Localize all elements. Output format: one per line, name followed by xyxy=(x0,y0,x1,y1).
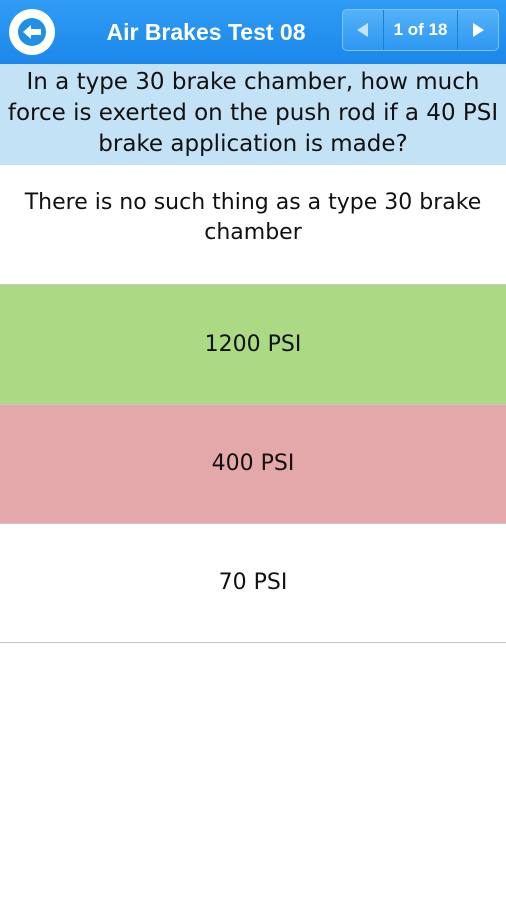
answer-option-incorrect[interactable]: 400 PSI xyxy=(0,405,506,524)
question-counter: 1 of 18 xyxy=(393,20,448,39)
top-bar: Air Brakes Test 08 1 of 18 xyxy=(0,0,506,64)
back-button[interactable] xyxy=(9,9,55,55)
back-arrow-icon xyxy=(18,18,46,46)
next-question-button[interactable] xyxy=(457,10,498,50)
answer-label: There is no such thing as a type 30 brak… xyxy=(24,189,482,245)
triangle-left-icon xyxy=(357,23,368,37)
previous-question-button[interactable] xyxy=(343,10,384,50)
answer-option[interactable]: 70 PSI xyxy=(0,524,506,643)
answer-label: 1200 PSI xyxy=(204,331,302,357)
answer-label: 400 PSI xyxy=(211,451,295,476)
answer-option-correct[interactable]: 1200 PSI xyxy=(0,285,506,405)
triangle-right-icon xyxy=(473,23,484,37)
answer-option[interactable]: There is no such thing as a type 30 brak… xyxy=(0,165,506,285)
answer-label: 70 PSI xyxy=(218,570,288,595)
page-title: Air Brakes Test 08 xyxy=(106,19,306,45)
question-pager: 1 of 18 xyxy=(342,9,499,51)
question-text: In a type 30 brake chamber, how much for… xyxy=(0,64,506,165)
